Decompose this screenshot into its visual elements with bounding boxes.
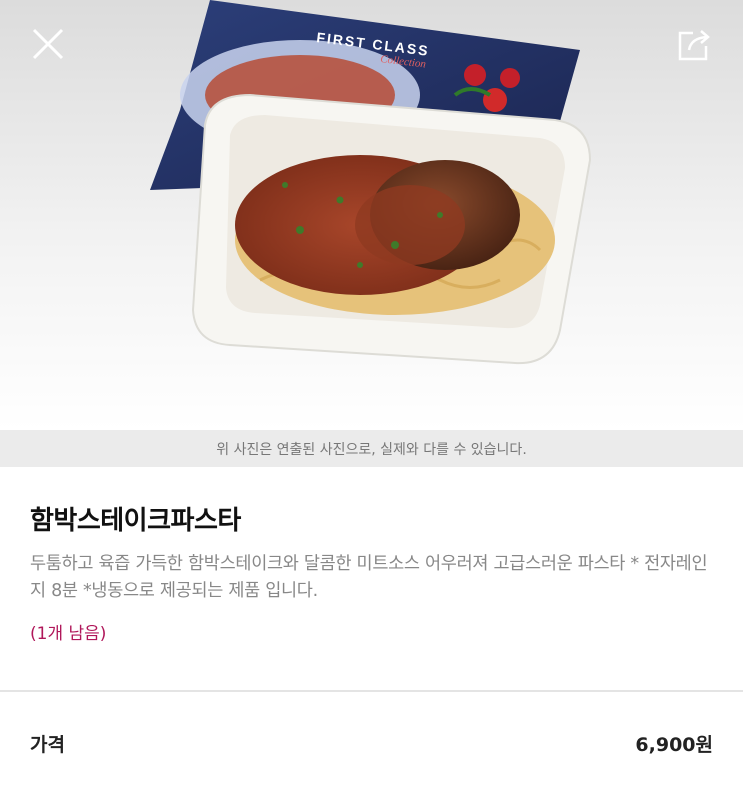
close-button[interactable]	[24, 20, 72, 68]
share-icon	[678, 30, 710, 61]
price-row: 가격 6,900원	[30, 726, 713, 760]
food-tray	[191, 93, 592, 365]
product-title: 함박스테이크파스타	[30, 506, 241, 536]
product-info: 함박스테이크파스타 두툼하고 육즙 가득한 함박스테이크와 달콤한 미트소스 어…	[30, 500, 720, 644]
close-icon	[32, 28, 64, 60]
share-button[interactable]	[671, 20, 719, 68]
price-value: 6,900원	[635, 733, 713, 756]
product-image: FIRST CLASS Collection	[0, 0, 743, 430]
photo-disclaimer: 위 사진은 연출된 사진으로, 실제와 다를 수 있습니다.	[0, 430, 743, 467]
divider	[0, 690, 743, 692]
product-description: 두툼하고 육즙 가득한 함박스테이크와 달콤한 미트소스 어우러져 고급스러운 …	[30, 554, 708, 601]
product-photo: FIRST CLASS Collection	[150, 0, 592, 365]
price-label: 가격	[30, 733, 65, 756]
stock-remaining: (1개 남음)	[30, 624, 107, 644]
